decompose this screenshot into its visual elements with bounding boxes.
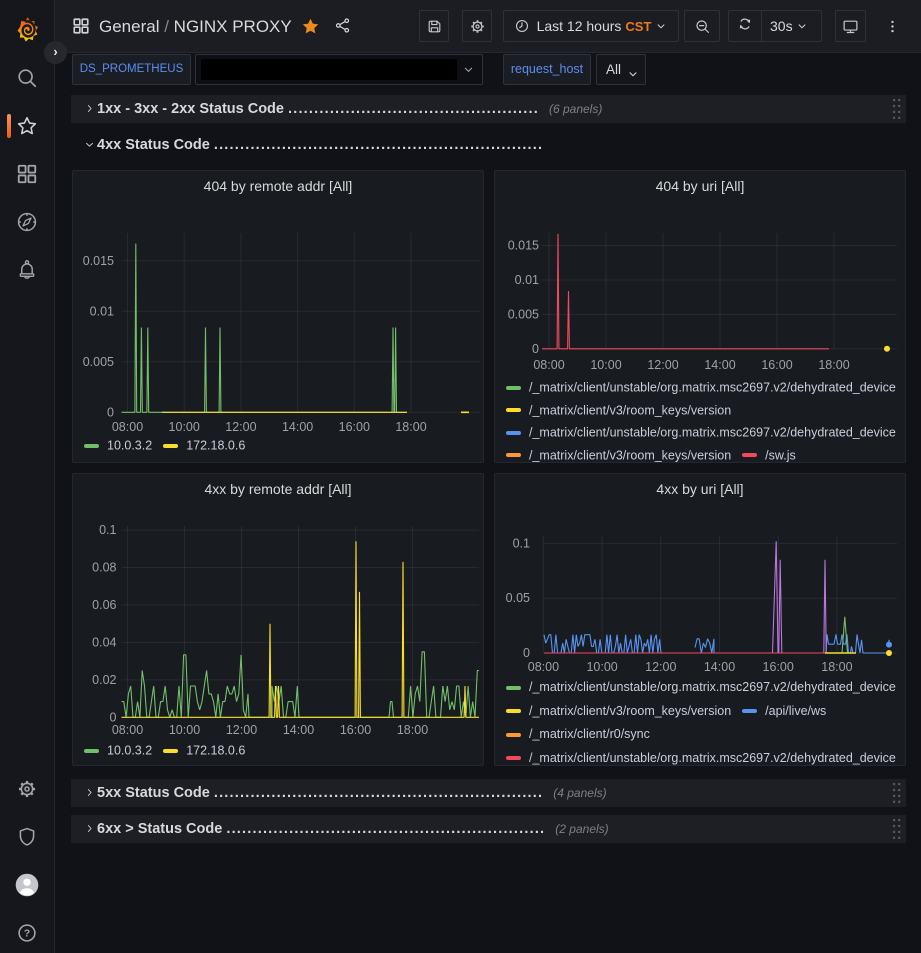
svg-text:16:00: 16:00 [339, 420, 370, 434]
svg-text:0.015: 0.015 [83, 254, 114, 268]
svg-text:08:00: 08:00 [533, 358, 564, 372]
svg-text:0.05: 0.05 [506, 591, 530, 605]
svg-text:14:00: 14:00 [282, 420, 313, 434]
svg-text:0.01: 0.01 [515, 273, 539, 287]
svg-text:10:00: 10:00 [590, 358, 621, 372]
svg-text:?: ? [24, 928, 30, 940]
svg-text:12:00: 12:00 [647, 358, 678, 372]
svg-text:08:00: 08:00 [112, 420, 143, 434]
svg-text:0.015: 0.015 [508, 239, 539, 253]
svg-text:12:00: 12:00 [225, 420, 256, 434]
svg-text:08:00: 08:00 [528, 660, 559, 674]
svg-text:0.02: 0.02 [92, 673, 116, 687]
svg-text:0.06: 0.06 [92, 598, 116, 612]
svg-text:18:00: 18:00 [821, 660, 852, 674]
svg-text:0.08: 0.08 [92, 561, 116, 575]
svg-text:10:00: 10:00 [586, 660, 617, 674]
svg-text:14:00: 14:00 [704, 358, 735, 372]
svg-text:16:00: 16:00 [763, 660, 794, 674]
svg-text:0.04: 0.04 [92, 635, 116, 649]
svg-text:08:00: 08:00 [112, 723, 143, 737]
svg-text:0: 0 [523, 646, 530, 660]
svg-text:16:00: 16:00 [340, 723, 371, 737]
svg-text:18:00: 18:00 [397, 723, 428, 737]
svg-text:10:00: 10:00 [169, 420, 200, 434]
svg-text:0.005: 0.005 [508, 307, 539, 321]
svg-text:0.1: 0.1 [99, 523, 116, 537]
svg-text:18:00: 18:00 [818, 358, 849, 372]
svg-text:0.1: 0.1 [513, 536, 530, 550]
svg-text:10:00: 10:00 [169, 723, 200, 737]
svg-text:0.005: 0.005 [83, 355, 114, 369]
svg-text:12:00: 12:00 [645, 660, 676, 674]
svg-text:14:00: 14:00 [283, 723, 314, 737]
svg-text:18:00: 18:00 [395, 420, 426, 434]
svg-text:12:00: 12:00 [226, 723, 257, 737]
svg-text:0.01: 0.01 [90, 304, 114, 318]
svg-text:16:00: 16:00 [761, 358, 792, 372]
svg-text:14:00: 14:00 [704, 660, 735, 674]
svg-text:0: 0 [107, 405, 114, 419]
svg-text:0: 0 [532, 342, 539, 356]
